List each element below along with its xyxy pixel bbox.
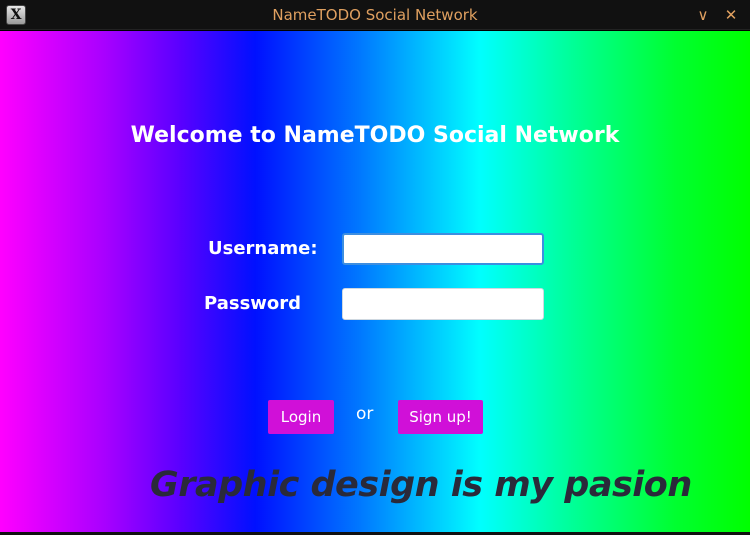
- app-window: X NameTODO Social Network ∨ ✕ Welcome to…: [0, 0, 750, 535]
- welcome-heading: Welcome to NameTODO Social Network: [130, 123, 620, 148]
- username-input[interactable]: [342, 233, 544, 265]
- login-button[interactable]: Login: [268, 400, 334, 434]
- username-label: Username:: [208, 238, 318, 259]
- signup-button[interactable]: Sign up!: [398, 400, 483, 434]
- title-bar[interactable]: X NameTODO Social Network ∨ ✕: [0, 0, 750, 30]
- or-separator: or: [356, 404, 374, 424]
- window-title: NameTODO Social Network: [272, 6, 478, 24]
- login-panel: Welcome to NameTODO Social Network Usern…: [0, 31, 750, 532]
- tagline-text: Graphic design is my pasion: [150, 465, 692, 505]
- password-input[interactable]: [342, 288, 544, 320]
- minimize-icon[interactable]: ∨: [690, 0, 716, 30]
- password-label: Password: [204, 293, 302, 314]
- close-icon[interactable]: ✕: [718, 0, 744, 30]
